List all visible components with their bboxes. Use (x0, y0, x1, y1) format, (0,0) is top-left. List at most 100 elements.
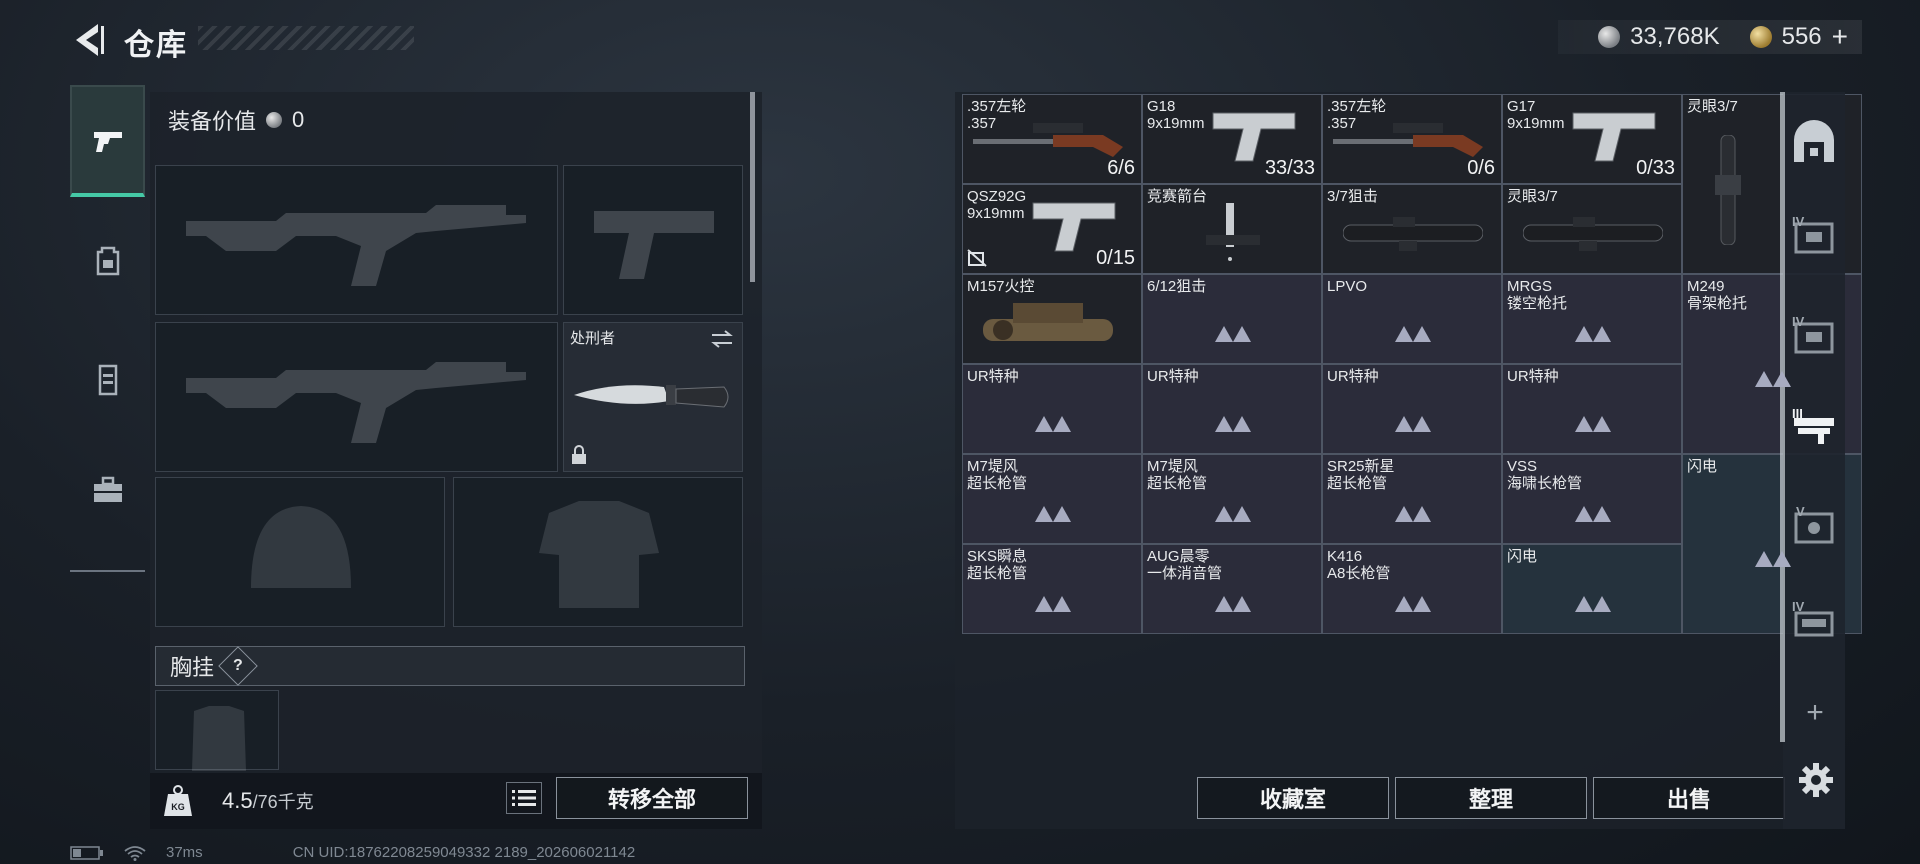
sidearm-slot[interactable] (563, 165, 743, 315)
primary-weapon-slot-2[interactable] (155, 322, 558, 472)
tier-label: IV (1792, 599, 1805, 614)
item-name: .357左轮 .357 (967, 98, 1027, 132)
silver-balance: 33,768K (1630, 23, 1720, 50)
add-currency-button[interactable]: + (1832, 21, 1848, 53)
storage-tab-4[interactable]: V (1788, 500, 1840, 552)
empty-rarity-icon (1215, 416, 1251, 432)
item-count: 0/6 (1467, 157, 1495, 179)
item-name: 3/7狙击 (1327, 188, 1378, 205)
back-button[interactable] (70, 20, 110, 60)
settings-gear-icon[interactable] (1798, 762, 1834, 798)
swap-icon[interactable] (710, 329, 734, 349)
storage-item-cell[interactable]: MRGS 镂空枪托 (1502, 274, 1682, 364)
empty-rarity-icon (1395, 506, 1431, 522)
list-icon (512, 790, 536, 806)
list-view-button[interactable] (506, 782, 542, 814)
storage-item-cell[interactable]: UR特种 (1502, 364, 1682, 454)
item-name: 灵眼3/7 (1687, 98, 1738, 115)
chest-rig-header: 胸挂 ? (155, 646, 745, 686)
item-name: G18 9x19mm (1147, 98, 1205, 132)
item-count: 33/33 (1264, 157, 1315, 179)
tier-label: V (1796, 504, 1805, 519)
silver-coin-icon (266, 112, 283, 128)
empty-rarity-icon (1394, 596, 1432, 614)
currency-bar: 33,768K 556 + (1558, 20, 1862, 54)
storage-item-cell[interactable]: 灵眼3/7 (1502, 184, 1682, 274)
sell-button[interactable]: 出售 (1593, 777, 1785, 819)
item-name: SR25新星 超长枪管 (1327, 458, 1395, 492)
pistol-icon (1032, 202, 1116, 252)
organize-button[interactable]: 整理 (1395, 777, 1587, 819)
storage-item-cell[interactable]: .357左轮 .357 0/6 (1322, 94, 1502, 184)
status-bar: 37ms CN UID:18762208259049332 2189_20260… (70, 844, 635, 861)
item-count: 6/6 (1107, 157, 1135, 179)
user-id: CN UID:18762208259049332 2189_2026060211… (292, 844, 636, 861)
item-name: M157火控 (967, 278, 1035, 295)
rail-mount-icon (1206, 203, 1260, 261)
storage-item-cell[interactable]: UR特种 (962, 364, 1142, 454)
empty-rarity-icon (1035, 596, 1071, 612)
storage-item-cell[interactable]: 竞赛箭台 (1142, 184, 1322, 274)
melee-slot[interactable]: 处刑者 (563, 322, 743, 472)
storage-item-cell[interactable]: SR25新星 超长枪管 (1322, 454, 1502, 544)
storage-item-cell[interactable]: M7堤风 超长枪管 (962, 454, 1142, 544)
collection-button[interactable]: 收藏室 (1197, 777, 1389, 819)
storage-item-cell[interactable]: K416 A8长枪管 (1322, 544, 1502, 634)
empty-rarity-icon (1034, 506, 1072, 524)
storage-item-cell[interactable]: .357左轮 .357 6/6 (962, 94, 1142, 184)
tab-vest[interactable] (70, 325, 145, 435)
page-title: 仓库 (124, 29, 188, 62)
storage-item-cell[interactable]: G18 9x19mm 33/33 (1142, 94, 1322, 184)
storage-tab-5[interactable]: IV (1788, 595, 1840, 647)
item-name: M7堤风 超长枪管 (1147, 458, 1208, 492)
equipment-scrollbar[interactable] (750, 92, 755, 282)
storage-item-cell[interactable]: M157火控 (962, 274, 1142, 364)
ping: 37ms (166, 844, 203, 861)
tier-label: IV (1792, 314, 1805, 329)
primary-weapon-slot-1[interactable] (155, 165, 558, 315)
tab-backpack[interactable] (70, 205, 145, 315)
tab-toolbox[interactable] (70, 435, 145, 545)
item-name: QSZ92G 9x19mm (967, 188, 1027, 222)
tab-weapons[interactable] (70, 85, 145, 197)
item-name: K416 A8长枪管 (1327, 548, 1391, 582)
storage-tab-3-active[interactable]: III (1788, 400, 1840, 452)
storage-item-cell[interactable]: 3/7狙击 (1322, 184, 1502, 274)
storage-item-cell[interactable]: UR特种 (1322, 364, 1502, 454)
empty-rarity-icon (1574, 506, 1612, 524)
add-storage-button[interactable]: + (1800, 698, 1830, 728)
storage-scrollbar[interactable] (1780, 92, 1785, 742)
storage-item-cell[interactable]: 6/12狙击 (1142, 274, 1322, 364)
empty-rarity-icon (1394, 416, 1432, 434)
storage-item-cell[interactable]: G17 9x19mm 0/33 (1502, 94, 1682, 184)
storage-item-cell[interactable]: LPVO (1322, 274, 1502, 364)
storage-item-cell[interactable]: 闪电 (1502, 544, 1682, 634)
help-mark: ? (233, 657, 243, 674)
item-name: AUG晨零 一体消音管 (1147, 548, 1223, 582)
tall-scope-icon (1715, 135, 1741, 245)
storage-tab-1[interactable]: IV (1788, 210, 1840, 262)
empty-rarity-icon (1574, 326, 1612, 344)
melee-name: 处刑者 (570, 330, 616, 347)
body-armor-slot[interactable] (453, 477, 743, 627)
empty-rarity-icon (1394, 326, 1432, 344)
help-icon[interactable]: ? (218, 646, 258, 686)
helmet-silhouette-icon (251, 506, 351, 588)
chest-rig-slot[interactable] (155, 690, 279, 771)
storage-home-icon[interactable] (1788, 118, 1840, 170)
storage-item-cell[interactable]: AUG晨零 一体消音管 (1142, 544, 1322, 634)
empty-rarity-icon (1214, 596, 1252, 614)
weight-icon: KG (164, 785, 192, 816)
pistol-icon (1572, 112, 1656, 162)
storage-item-cell[interactable]: VSS 海啸长枪管 (1502, 454, 1682, 544)
storage-item-cell[interactable]: QSZ92G 9x19mm 0/15 (962, 184, 1142, 274)
item-name: VSS 海啸长枪管 (1507, 458, 1583, 492)
storage-item-cell[interactable]: UR特种 (1142, 364, 1322, 454)
helmet-slot[interactable] (155, 477, 445, 627)
transfer-all-button[interactable]: 转移全部 (556, 777, 748, 819)
storage-item-cell[interactable]: M7堤风 超长枪管 (1142, 454, 1322, 544)
storage-item-cell[interactable]: SKS瞬息 超长枪管 (962, 544, 1142, 634)
tier-label: IV (1792, 214, 1805, 229)
wifi-icon (124, 845, 146, 861)
storage-tab-2[interactable]: IV (1788, 310, 1840, 362)
